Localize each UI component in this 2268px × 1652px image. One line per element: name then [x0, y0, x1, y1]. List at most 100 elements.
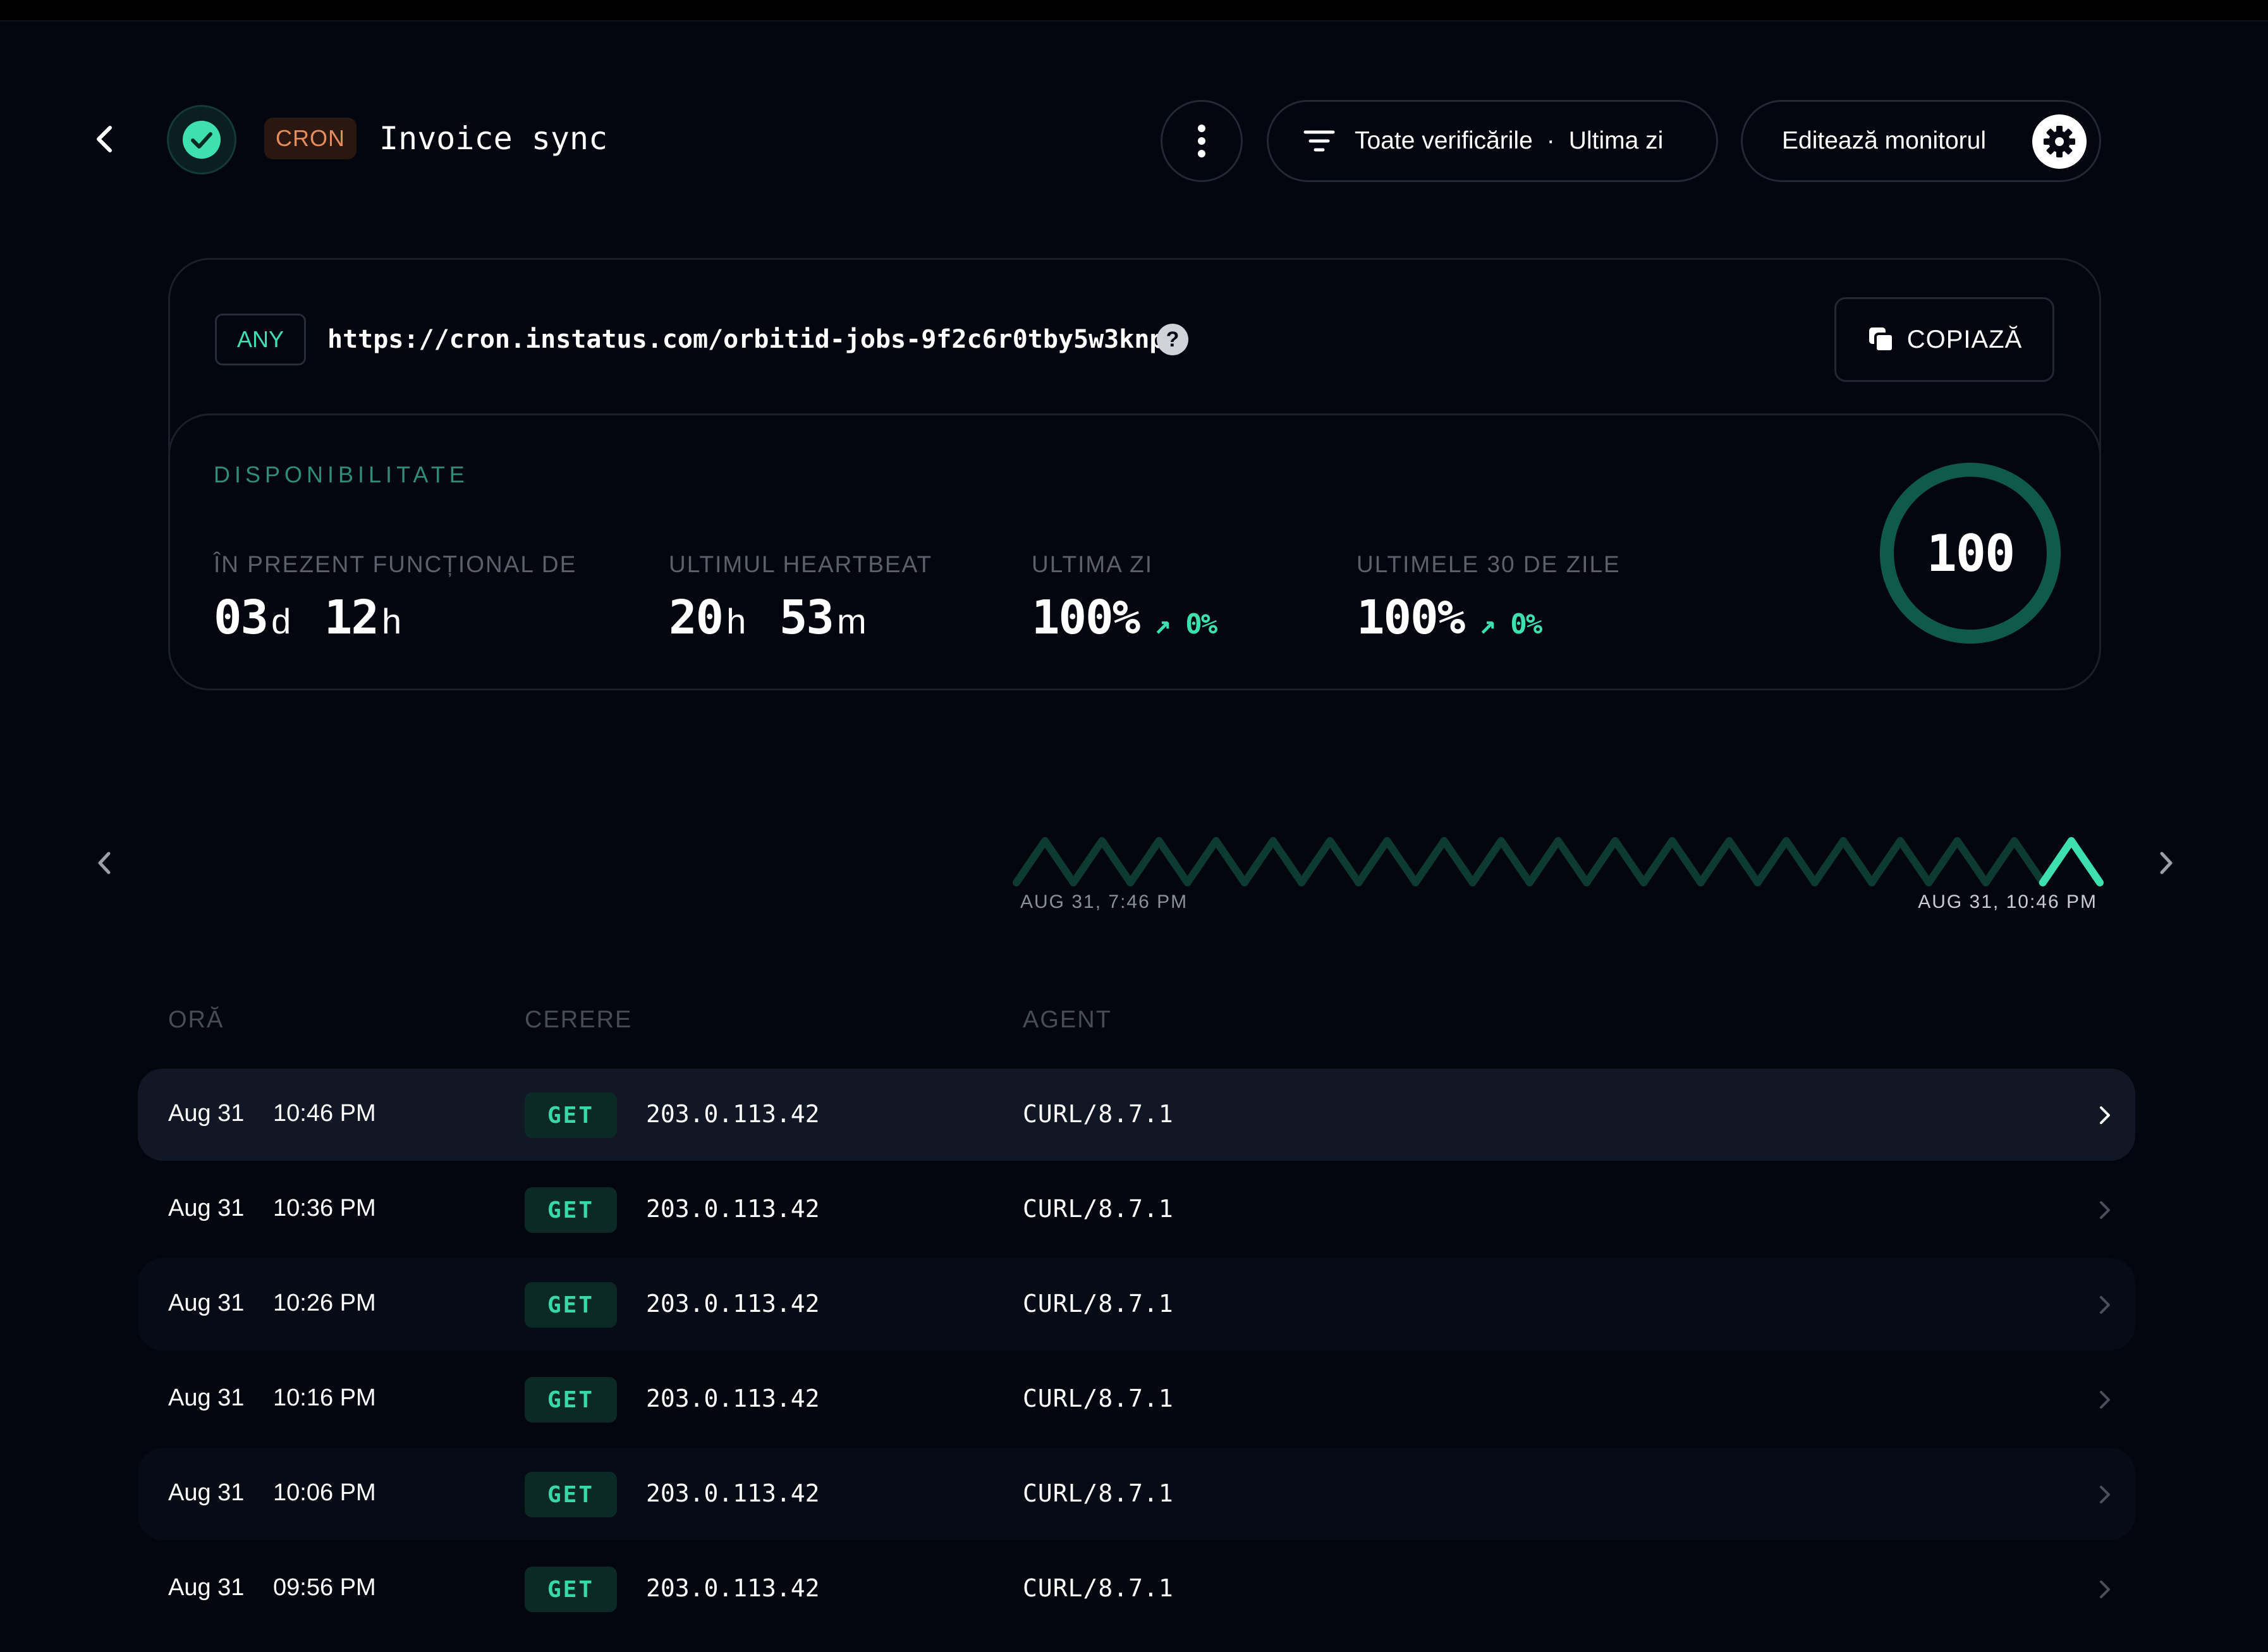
stat-hours-unit: h — [381, 601, 402, 641]
heartbeat-ping[interactable] — [1070, 837, 1135, 886]
heartbeat-ping[interactable] — [1583, 837, 1648, 886]
chevron-left-icon — [98, 852, 111, 874]
more-vertical-icon — [1198, 125, 1205, 157]
stat-label: ULTIMUL HEARTBEAT — [669, 551, 933, 577]
table-row[interactable]: Aug 31 10:16 PM GET 203.0.113.42 CURL/8.… — [138, 1353, 2135, 1445]
column-header-time: ORĂ — [168, 1006, 224, 1033]
stat-label: ULTIMA ZI — [1032, 551, 1154, 577]
row-agent: CURL/8.7.1 — [1023, 1385, 1174, 1412]
window-top-bar — [0, 0, 2268, 21]
row-time: 09:56 PM — [273, 1574, 376, 1601]
heartbeat-ping[interactable] — [1868, 837, 1933, 886]
column-header-agent: AGENT — [1023, 1006, 1112, 1033]
row-agent: CURL/8.7.1 — [1023, 1195, 1174, 1223]
row-method-badge: GET — [525, 1377, 617, 1423]
column-header-request: CERERE — [525, 1006, 633, 1033]
gear-icon — [2044, 126, 2075, 157]
endpoint-url[interactable]: https://cron.instatus.com/orbitid-jobs-9… — [327, 320, 1165, 359]
back-button[interactable] — [86, 114, 124, 164]
heartbeat-ping[interactable] — [1240, 837, 1306, 886]
row-method-badge: GET — [525, 1092, 617, 1138]
help-icon-button[interactable]: ? — [1157, 324, 1188, 355]
endpoint-method-badge: ANY — [215, 314, 306, 365]
score-value: 100 — [1926, 523, 2016, 583]
table-row[interactable]: Aug 31 10:06 PM GET 203.0.113.42 CURL/8.… — [138, 1448, 2135, 1540]
heartbeat-ping[interactable] — [1468, 837, 1533, 886]
heartbeat-ping[interactable] — [1525, 837, 1591, 886]
row-time: 10:06 PM — [273, 1479, 376, 1506]
status-indicator — [167, 105, 236, 174]
heartbeat-ping[interactable] — [1298, 837, 1363, 886]
stat-value: 20 h 53 m — [669, 590, 932, 645]
stat-minutes-value: 53 — [779, 590, 834, 645]
heartbeat-ping[interactable] — [1697, 837, 1762, 886]
row-date: Aug 31 — [168, 1479, 245, 1506]
table-row[interactable]: Aug 31 09:56 PM GET 203.0.113.42 CURL/8.… — [138, 1543, 2135, 1635]
copy-icon — [1869, 327, 1894, 353]
heartbeat-ping[interactable] — [1126, 837, 1192, 886]
heartbeat-ping[interactable] — [1183, 837, 1248, 886]
edit-monitor-button[interactable]: Editează monitorul — [1741, 100, 2101, 182]
heartbeat-ping[interactable] — [1355, 837, 1420, 886]
heartbeat-ping[interactable] — [1982, 837, 2047, 886]
chevron-left-icon — [97, 126, 112, 152]
availability-title: DISPONIBILITATE — [214, 462, 469, 487]
page-title: Invoice sync — [379, 120, 608, 157]
stat-last-heartbeat: ULTIMUL HEARTBEAT 20 h 53 m — [669, 551, 932, 645]
more-options-button[interactable] — [1161, 100, 1243, 182]
table-row[interactable]: Aug 31 10:26 PM GET 203.0.113.42 CURL/8.… — [138, 1258, 2135, 1350]
timeline-end-label: AUG 31, 10:46 PM — [1918, 891, 2097, 912]
heartbeat-ping[interactable] — [1753, 837, 1819, 886]
heartbeat-ping[interactable] — [1925, 837, 1990, 886]
heartbeat-latest[interactable] — [2039, 837, 2104, 886]
row-date: Aug 31 — [168, 1100, 245, 1127]
timeline-start-label: AUG 31, 7:46 PM — [1020, 891, 1188, 912]
stat-days-value: 03 — [214, 590, 269, 645]
row-agent: CURL/8.7.1 — [1023, 1290, 1174, 1318]
filter-label: Toate verificările — [1355, 127, 1533, 154]
row-date: Aug 31 — [168, 1574, 245, 1601]
heartbeat-ping[interactable] — [1640, 837, 1705, 886]
row-agent: CURL/8.7.1 — [1023, 1479, 1174, 1507]
copy-url-button[interactable]: COPIAZĂ — [1834, 297, 2054, 382]
checks-filter-button[interactable]: Toate verificările · Ultima zi — [1267, 100, 1718, 182]
stat-delta: ↗ 0% — [1479, 608, 1542, 640]
row-agent: CURL/8.7.1 — [1023, 1574, 1174, 1602]
row-time: 10:46 PM — [273, 1100, 376, 1127]
row-method-badge: GET — [525, 1187, 617, 1233]
row-method-badge: GET — [525, 1282, 617, 1328]
row-method-badge: GET — [525, 1472, 617, 1517]
row-date: Aug 31 — [168, 1385, 245, 1411]
row-time: 10:16 PM — [273, 1385, 376, 1411]
timeline-prev-button[interactable] — [86, 841, 124, 885]
heartbeat-timeline — [1013, 837, 2104, 886]
row-date: Aug 31 — [168, 1195, 245, 1221]
row-ip: 203.0.113.42 — [646, 1385, 820, 1412]
heartbeat-ping[interactable] — [1411, 837, 1477, 886]
row-date: Aug 31 — [168, 1290, 245, 1316]
table-row[interactable]: Aug 31 10:36 PM GET 203.0.113.42 CURL/8.… — [138, 1163, 2135, 1256]
chevron-right-icon — [2100, 1391, 2110, 1409]
monitor-type-badge: CRON — [264, 118, 357, 159]
chevron-right-icon — [2100, 1296, 2110, 1314]
stat-uptime-current: ÎN PREZENT FUNCȚIONAL DE 03 d 12 h — [214, 551, 576, 645]
row-method-badge: GET — [525, 1567, 617, 1612]
heartbeat-ping[interactable] — [1013, 837, 1078, 886]
stat-hours-value: 12 — [324, 590, 379, 645]
row-agent: CURL/8.7.1 — [1023, 1100, 1174, 1128]
stat-hours-value: 20 — [669, 590, 724, 645]
settings-button[interactable] — [2032, 114, 2087, 169]
heartbeat-ping[interactable] — [1810, 837, 1876, 886]
stat-days-unit: d — [271, 601, 291, 641]
chevron-right-icon — [2100, 1106, 2110, 1124]
chevron-right-icon — [2160, 852, 2173, 874]
edit-monitor-label: Editează monitorul — [1782, 127, 1987, 154]
stat-last-30-days: ULTIMELE 30 DE ZILE 100% ↗ 0% — [1357, 551, 1621, 645]
table-row[interactable]: Aug 31 10:46 PM GET 203.0.113.42 CURL/8.… — [138, 1068, 2135, 1161]
filter-range: Ultima zi — [1568, 127, 1664, 154]
stat-percent-value: 100% — [1032, 590, 1140, 645]
chevron-right-icon — [2100, 1581, 2110, 1598]
stat-minutes-unit: m — [836, 601, 867, 641]
timeline-next-button[interactable] — [2147, 841, 2185, 885]
stat-value: 03 d 12 h — [214, 590, 576, 645]
